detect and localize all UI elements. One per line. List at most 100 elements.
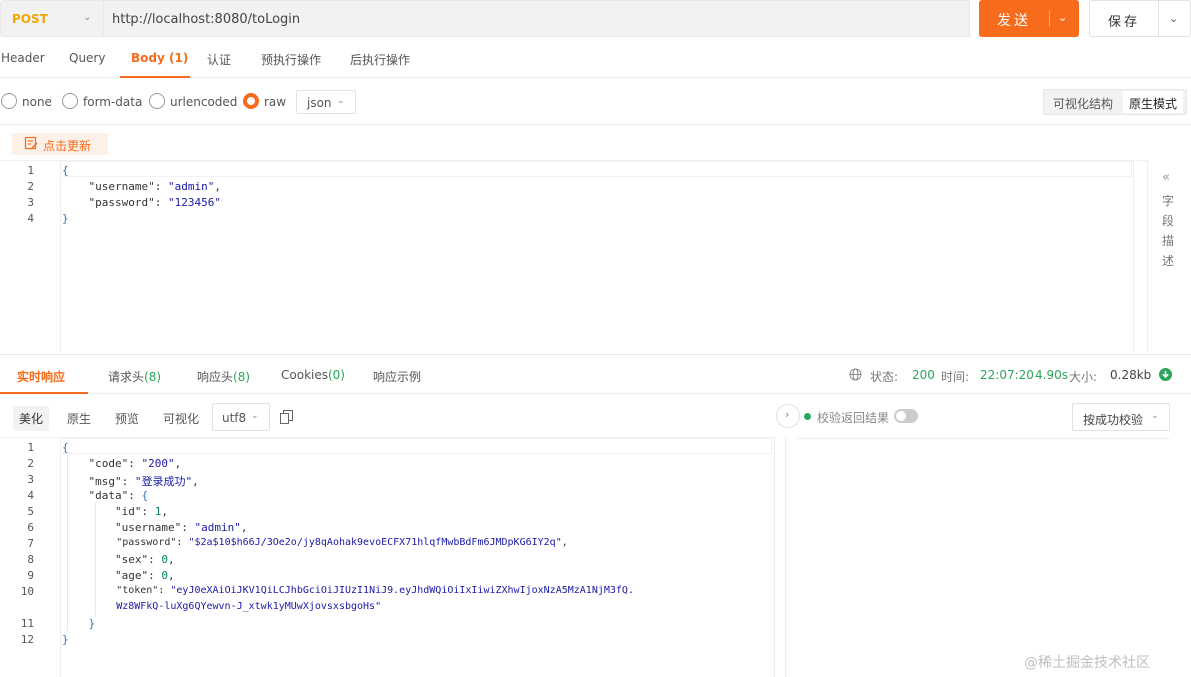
active-tab-indicator <box>0 392 88 394</box>
edit-icon <box>24 136 38 150</box>
encoding-select[interactable]: utf8 ⌄ <box>212 403 270 431</box>
code-line: Wz8WFkQ-luXg6QYewvn-J_xtwk1yMUwXjovsxsbg… <box>116 601 382 612</box>
verify-mode-select[interactable]: 按成功校验 ⌄ <box>1072 403 1170 431</box>
line-number: 6 <box>27 521 34 534</box>
send-button[interactable]: 发送 ⌄ <box>979 0 1079 37</box>
code-line: } <box>62 212 69 225</box>
code-line: "username": "admin", <box>88 180 221 193</box>
radio-circle <box>1 93 17 109</box>
copy-icon[interactable] <box>280 410 293 424</box>
status-label: 状态: <box>870 370 899 384</box>
verify-panel: 校验返回结果 按成功校验 ⌄ <box>800 400 1191 440</box>
chevron-down-icon[interactable]: ⌄ <box>1058 11 1067 24</box>
radio-form-data[interactable]: form-data <box>62 93 142 111</box>
code-line: "id": 1, <box>114 505 168 518</box>
visualize-button[interactable]: 可视化 <box>163 410 199 427</box>
pretty-button[interactable]: 美化 <box>13 406 50 431</box>
refresh-label: 点击更新 <box>43 139 92 153</box>
line-gutter: 1 2 3 4 5 6 7 8 9 10 11 12 <box>0 438 61 677</box>
url-bar: POST ⌄ http://localhost:8080/toLogin 发送 … <box>0 0 1191 38</box>
response-body-viewer[interactable]: 1 2 3 4 5 6 7 8 9 10 11 12 { "code": "20… <box>0 437 774 677</box>
code-line: "age": 0, <box>114 569 175 582</box>
code-line: "sex": 0, <box>114 553 175 566</box>
line-number: 4 <box>27 489 34 502</box>
field-desc-char: 段 <box>1162 214 1175 228</box>
tab-realtime-response[interactable]: 实时响应 <box>17 368 65 385</box>
chevron-down-icon[interactable]: ⌄ <box>1169 12 1178 25</box>
line-number: 4 <box>27 212 34 225</box>
chevron-down-icon: ⌄ <box>337 96 345 106</box>
view-raw-button[interactable]: 原生模式 <box>1123 91 1184 113</box>
preview-button[interactable]: 预览 <box>115 410 139 427</box>
view-visual-button[interactable]: 可视化结构 <box>1053 95 1113 112</box>
line-number: 3 <box>27 473 34 486</box>
radio-label: urlencoded <box>170 95 238 109</box>
radio-none[interactable]: none <box>1 93 52 111</box>
active-tab-indicator <box>120 76 190 78</box>
method-label: POST <box>12 12 48 26</box>
radio-label: none <box>22 95 52 109</box>
collapse-panel-button[interactable]: › <box>776 404 800 428</box>
view-mode-toggle: 可视化结构 原生模式 <box>1043 89 1187 115</box>
tab-body[interactable]: Body (1) <box>131 51 188 65</box>
time-label: 时间: <box>941 370 970 384</box>
radio-label: raw <box>264 95 287 109</box>
size-value: 0.28kb <box>1110 368 1152 382</box>
request-body-editor[interactable]: 1 2 3 4 { "username": "admin", "password… <box>0 160 1147 352</box>
tab-header[interactable]: Header <box>1 51 45 65</box>
code-line: "password": "$2a$10$h66J/3Oe2o/jy8qAohak… <box>116 537 568 548</box>
chevron-down-icon: ⌄ <box>251 411 259 421</box>
globe-icon[interactable] <box>849 368 862 381</box>
divider <box>796 438 1170 439</box>
method-select[interactable]: POST ⌄ <box>0 0 104 37</box>
field-description-panel[interactable]: « 字 段 描 述 <box>1147 160 1191 352</box>
line-number: 9 <box>27 569 34 582</box>
verify-toggle[interactable] <box>894 409 918 423</box>
current-line-highlight <box>62 438 772 454</box>
line-number: 2 <box>27 457 34 470</box>
chevron-right-icon: › <box>785 408 790 421</box>
tab-pre-request[interactable]: 预执行操作 <box>261 51 321 68</box>
radio-raw[interactable]: raw <box>243 93 287 111</box>
response-scrollbar[interactable] <box>774 437 786 677</box>
editor-scrollbar[interactable] <box>1133 160 1147 352</box>
url-input[interactable]: http://localhost:8080/toLogin <box>104 0 970 37</box>
code-line: "username": "admin", <box>114 521 248 534</box>
chevron-down-icon: ⌄ <box>83 12 92 23</box>
send-label: 发送 <box>997 13 1031 29</box>
tab-response-examples[interactable]: 响应示例 <box>373 368 421 385</box>
raw-button[interactable]: 原生 <box>67 410 91 427</box>
status-dot <box>804 413 811 420</box>
refresh-button[interactable]: 点击更新 <box>12 133 108 155</box>
radio-urlencoded[interactable]: urlencoded <box>149 93 237 111</box>
code-line: { <box>62 164 69 177</box>
download-icon[interactable] <box>1159 368 1172 381</box>
tab-cookies[interactable]: Cookies(0) <box>281 368 345 382</box>
body-type-bar: none form-data urlencoded raw json ⌄ 可视化… <box>0 86 1191 118</box>
line-number: 12 <box>20 633 34 646</box>
response-tabs: 实时响应 请求头(8) 响应头(8) Cookies(0) 响应示例 状态: 2… <box>0 354 1191 394</box>
tab-query[interactable]: Query <box>69 51 105 65</box>
field-desc-char: 字 <box>1162 194 1175 208</box>
save-label: 保存 <box>1108 15 1141 30</box>
chevron-down-icon: ⌄ <box>1151 411 1159 421</box>
response-toolbar: 美化 原生 预览 可视化 utf8 ⌄ <box>0 400 790 434</box>
save-button[interactable]: 保存 ⌄ <box>1089 0 1191 37</box>
line-gutter: 1 2 3 4 <box>0 161 61 352</box>
tab-request-headers[interactable]: 请求头(8) <box>108 368 161 385</box>
line-number: 11 <box>20 617 34 630</box>
format-select[interactable]: json ⌄ <box>296 90 356 114</box>
current-line-highlight <box>62 161 1132 177</box>
code-line: { <box>62 441 69 454</box>
tab-auth[interactable]: 认证 <box>207 51 231 68</box>
collapse-left-icon[interactable]: « <box>1162 170 1170 185</box>
duration-value: 4.90s <box>1035 368 1068 382</box>
line-number: 7 <box>27 537 34 550</box>
line-number: 2 <box>27 180 34 193</box>
tab-response-headers[interactable]: 响应头(8) <box>197 368 250 385</box>
line-number: 1 <box>27 441 34 454</box>
tab-post-request[interactable]: 后执行操作 <box>350 51 410 68</box>
request-tabs: Header Query Body (1) 认证 预执行操作 后执行操作 <box>0 40 1191 78</box>
line-number: 8 <box>27 553 34 566</box>
divider <box>1158 1 1159 36</box>
